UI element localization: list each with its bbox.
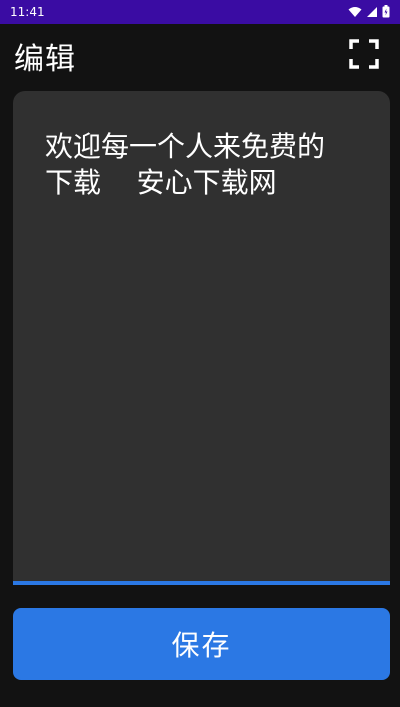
status-icons (348, 3, 390, 22)
status-time: 11:41 (10, 5, 45, 19)
editor-underline (13, 581, 390, 585)
save-button[interactable]: 保存 (13, 608, 390, 680)
signal-icon (366, 3, 378, 22)
status-bar: 11:41 (0, 0, 400, 24)
app-bar: 编辑 (0, 24, 400, 88)
wifi-icon (348, 3, 362, 22)
editor-text[interactable]: 欢迎每一个人来免费的下载 安心下载网 (45, 129, 345, 201)
fullscreen-button[interactable] (348, 39, 380, 73)
battery-icon (382, 3, 390, 22)
page-title: 编辑 (14, 42, 76, 77)
editor-text-field[interactable]: 欢迎每一个人来免费的下载 安心下载网 (13, 91, 390, 583)
fullscreen-icon (349, 39, 379, 73)
